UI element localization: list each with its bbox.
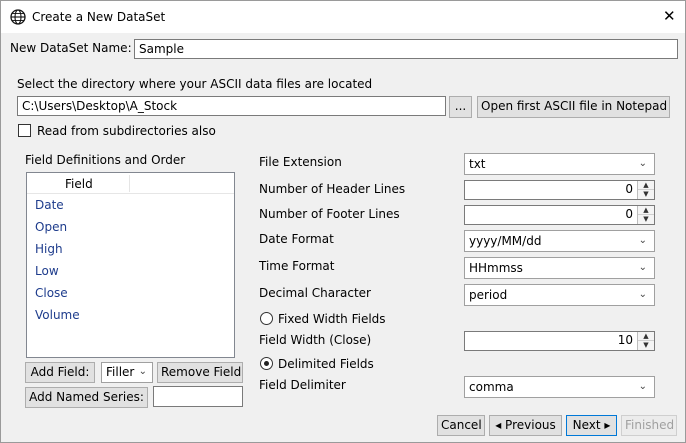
field-delimiter-label: Field Delimiter (259, 378, 346, 392)
create-dataset-dialog: Create a New DataSet ✕ New DataSet Name:… (0, 0, 686, 443)
cancel-button[interactable]: Cancel (437, 415, 485, 436)
list-item[interactable]: Low (35, 263, 59, 279)
title-bar: Create a New DataSet ✕ (1, 1, 685, 33)
chevron-down-icon: ⌄ (138, 366, 147, 377)
chevron-down-icon: ⌄ (638, 289, 647, 300)
window-title: Create a New DataSet (32, 10, 166, 24)
subdirectories-checkbox[interactable] (18, 124, 31, 137)
field-definitions-label: Field Definitions and Order (25, 153, 186, 167)
footer-lines-label: Number of Footer Lines (259, 207, 400, 221)
filler-value: Filler (106, 365, 135, 379)
spin-down-icon[interactable]: ▼ (638, 190, 654, 199)
date-format-label: Date Format (259, 232, 334, 246)
finished-button: Finished (621, 415, 677, 436)
spin-buttons[interactable]: ▲ ▼ (637, 181, 654, 199)
delimited-label: Delimited Fields (278, 357, 374, 371)
previous-button[interactable]: ◂ Previous (489, 415, 562, 436)
directory-label: Select the directory where your ASCII da… (17, 77, 373, 91)
spin-buttons[interactable]: ▲ ▼ (637, 206, 654, 224)
spin-up-icon[interactable]: ▲ (638, 332, 654, 341)
spin-up-icon[interactable]: ▲ (638, 206, 654, 215)
spin-buttons[interactable]: ▲ ▼ (637, 332, 654, 350)
field-column-header: Field (65, 177, 93, 191)
decimal-character-dropdown[interactable]: period ⌄ (464, 284, 655, 306)
spin-up-icon[interactable]: ▲ (638, 181, 654, 190)
decimal-character-label: Decimal Character (259, 286, 371, 300)
dataset-name-input[interactable]: Sample (134, 39, 678, 59)
decimal-character-value: period (469, 288, 508, 302)
list-item[interactable]: Close (35, 285, 68, 301)
add-named-series-button[interactable]: Add Named Series: (25, 387, 148, 408)
named-series-input[interactable] (153, 386, 243, 407)
fixed-width-label: Fixed Width Fields (278, 312, 386, 326)
time-format-label: Time Format (259, 259, 335, 273)
file-extension-value: txt (469, 157, 486, 171)
time-format-value: HHmmss (469, 261, 523, 275)
open-notepad-button[interactable]: Open first ASCII file in Notepad (477, 96, 670, 118)
add-field-button[interactable]: Add Field: (25, 362, 95, 383)
header-lines-value: 0 (625, 182, 633, 196)
filler-dropdown[interactable]: Filler ⌄ (101, 362, 153, 383)
list-item[interactable]: High (35, 241, 63, 257)
subdirectories-label: Read from subdirectories also (37, 124, 216, 138)
list-item[interactable]: Date (35, 197, 64, 213)
chevron-down-icon: ⌄ (638, 235, 647, 246)
chevron-down-icon: ⌄ (638, 381, 647, 392)
header-lines-label: Number of Header Lines (259, 182, 406, 196)
field-width-label: Field Width (Close) (259, 333, 372, 347)
chevron-down-icon: ⌄ (638, 158, 647, 169)
file-extension-label: File Extension (259, 155, 342, 169)
spin-down-icon[interactable]: ▼ (638, 215, 654, 224)
close-icon[interactable]: ✕ (663, 8, 676, 24)
radio-selected-dot (264, 361, 269, 366)
browse-button[interactable]: ... (449, 96, 472, 118)
directory-path-input[interactable]: C:\Users\Desktop\A_Stock (17, 96, 446, 116)
footer-lines-stepper[interactable]: 0 ▲ ▼ (464, 205, 655, 225)
field-width-value: 10 (617, 333, 633, 347)
field-list[interactable]: Field Date Open High Low Close Volume (26, 172, 235, 358)
field-list-header: Field (27, 173, 234, 194)
date-format-value: yyyy/MM/dd (469, 234, 542, 248)
spin-down-icon[interactable]: ▼ (638, 341, 654, 350)
remove-field-button[interactable]: Remove Field (157, 362, 243, 383)
footer-lines-value: 0 (625, 207, 633, 221)
list-item[interactable]: Volume (35, 307, 80, 323)
delimited-radio[interactable] (260, 357, 273, 370)
field-delimiter-value: comma (469, 380, 514, 394)
list-item[interactable]: Open (35, 219, 67, 235)
fixed-width-radio[interactable] (260, 312, 273, 325)
next-button[interactable]: Next ▸ (566, 415, 617, 436)
globe-icon (10, 9, 26, 25)
header-lines-stepper[interactable]: 0 ▲ ▼ (464, 180, 655, 200)
chevron-down-icon: ⌄ (638, 262, 647, 273)
time-format-dropdown[interactable]: HHmmss ⌄ (464, 257, 655, 279)
field-width-stepper[interactable]: 10 ▲ ▼ (464, 331, 655, 351)
date-format-dropdown[interactable]: yyyy/MM/dd ⌄ (464, 230, 655, 252)
dataset-name-label: New DataSet Name: (10, 41, 132, 55)
field-delimiter-dropdown[interactable]: comma ⌄ (464, 376, 655, 398)
file-extension-dropdown[interactable]: txt ⌄ (464, 153, 655, 175)
